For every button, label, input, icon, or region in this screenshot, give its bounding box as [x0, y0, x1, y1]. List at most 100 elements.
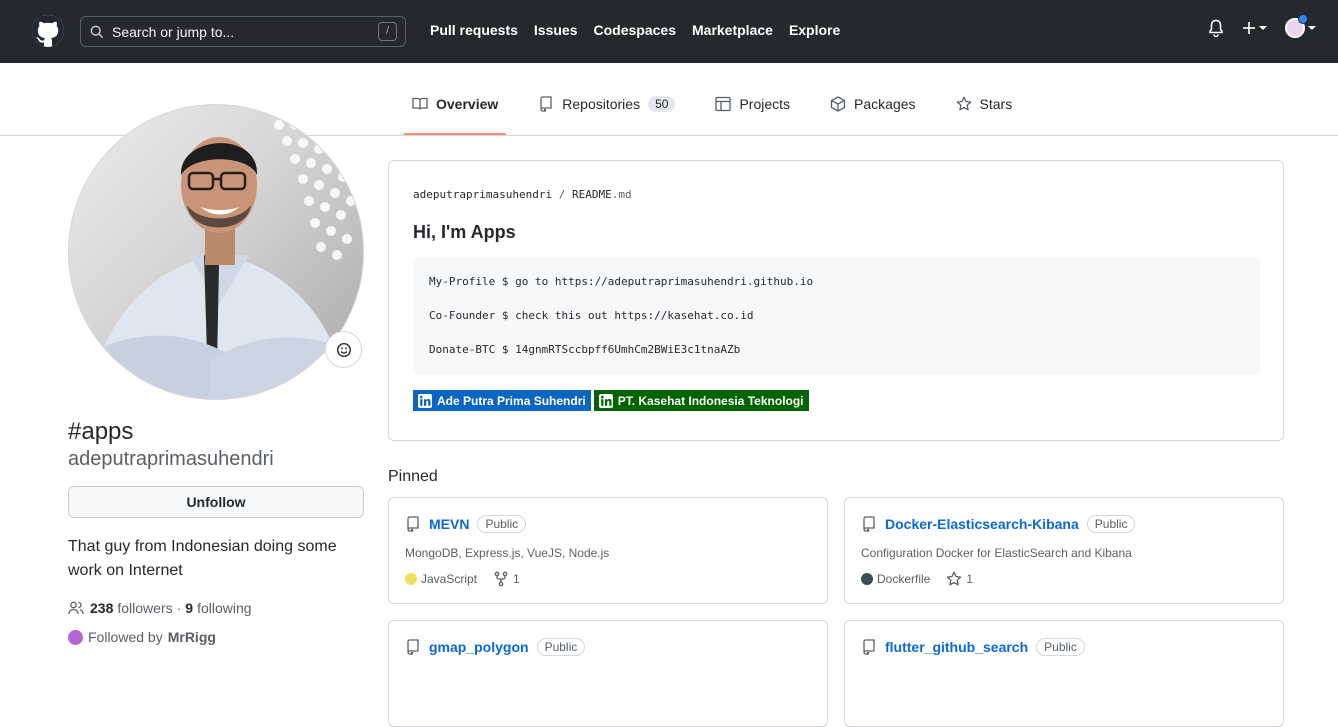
nav-codespaces[interactable]: Codespaces [594, 22, 676, 38]
repo-icon [538, 96, 554, 112]
nav-issues[interactable]: Issues [534, 22, 578, 38]
readme-owner-link[interactable]: adeputraprimasuhendri [413, 188, 552, 201]
search-placeholder: Search or jump to... [112, 23, 235, 40]
profile-tabs: Overview Repositories 50 Projects Packag… [404, 90, 1021, 135]
profile-username: adeputraprimasuhendri [68, 448, 274, 470]
pinned-repo-card: MEVN Public MongoDB, Express.js, VueJS, … [388, 497, 828, 604]
tab-stars[interactable]: Stars [948, 90, 1021, 118]
visibility-badge: Public [1086, 515, 1136, 533]
card-title-row: Docker-Elasticsearch-Kibana Public [861, 515, 1136, 533]
star-icon [946, 571, 962, 587]
stars-count: 1 [966, 572, 974, 586]
repo-icon [861, 516, 877, 532]
unfollow-button[interactable]: Unfollow [68, 486, 364, 518]
code-line: Co-Founder $ check this out https://kase… [429, 309, 754, 322]
pinned-repo-card: flutter_github_search Public [844, 620, 1284, 727]
notification-dot-icon [1298, 14, 1308, 24]
profile-readme: adeputraprimasuhendri / README.md Hi, I'… [388, 160, 1284, 441]
tab-overview[interactable]: Overview [404, 90, 507, 135]
repo-description: Configuration Docker for ElasticSearch a… [861, 546, 1132, 560]
repo-language: JavaScript [405, 572, 477, 586]
repo-stars-link[interactable]: 1 [946, 571, 973, 587]
repo-icon [405, 639, 421, 655]
global-nav: Pull requests Issues Codespaces Marketpl… [430, 22, 840, 38]
repo-description: MongoDB, Express.js, VueJS, Node.js [405, 546, 610, 560]
repo-name-link[interactable]: flutter_github_search [885, 639, 1028, 655]
readme-ext: .md [611, 188, 632, 201]
visibility-badge: Public [536, 638, 586, 656]
followed-by-label: Followed by [88, 629, 163, 645]
followed-by: Followed by MrRigg [68, 629, 216, 645]
nav-marketplace[interactable]: Marketplace [692, 22, 773, 38]
github-logo-icon[interactable] [32, 15, 64, 47]
followers-count[interactable]: 238 [90, 600, 113, 616]
set-status-button[interactable] [325, 331, 362, 368]
profile-avatar[interactable] [68, 104, 364, 400]
book-icon [412, 96, 428, 112]
tab-projects[interactable]: Projects [707, 90, 798, 118]
visibility-badge: Public [1036, 638, 1085, 656]
repo-icon [861, 639, 877, 655]
smiley-icon [336, 342, 352, 358]
readme-path: adeputraprimasuhendri / README.md [413, 188, 632, 201]
repo-language: Dockerfile [861, 572, 930, 586]
nav-pull-requests[interactable]: Pull requests [430, 22, 518, 38]
pinned-repo-card: gmap_polygon Public [388, 620, 828, 727]
separator: · [176, 600, 182, 616]
linkedin-badge-company[interactable]: PT. Kasehat Indonesia Teknologi [593, 390, 809, 411]
forks-count: 1 [513, 572, 520, 586]
readme-code-block: My-Profile $ go to https://adeputraprima… [413, 257, 1260, 375]
linkedin-icon [418, 393, 432, 408]
code-line: Donate-BTC $ 14gnmRTSccbpff6UmhCm2BWiE3c… [429, 343, 741, 356]
search-input[interactable]: Search or jump to... / [80, 16, 406, 47]
visibility-badge: Public [477, 515, 527, 533]
bell-icon[interactable] [1208, 19, 1224, 37]
repo-icon [405, 516, 421, 532]
repo-name-link[interactable]: MEVN [429, 516, 469, 532]
profile-name: #apps [68, 418, 134, 445]
language-name: Dockerfile [877, 572, 931, 586]
tab-repositories[interactable]: Repositories 50 [530, 90, 683, 118]
repo-meta: JavaScript 1 [405, 571, 520, 587]
language-color-dot [861, 573, 873, 585]
linkedin-badge-personal[interactable]: Ade Putra Prima Suhendri [413, 390, 591, 411]
search-shortcut-key: / [378, 22, 397, 41]
tab-label: Repositories [562, 96, 641, 112]
language-name: JavaScript [421, 572, 478, 586]
follower-avatar[interactable] [68, 629, 83, 645]
language-color-dot [405, 573, 417, 585]
tab-packages[interactable]: Packages [822, 90, 923, 118]
card-title-row: gmap_polygon Public [405, 638, 586, 656]
repo-forks-link[interactable]: 1 [493, 571, 520, 587]
tab-label: Projects [739, 96, 791, 112]
user-menu-dropdown[interactable] [1285, 14, 1316, 38]
header-actions [1208, 14, 1316, 38]
nav-explore[interactable]: Explore [789, 22, 840, 38]
tab-label: Stars [979, 96, 1013, 112]
pinned-repo-card: Docker-Elasticsearch-Kibana Public Confi… [844, 497, 1284, 604]
card-title-row: flutter_github_search Public [861, 638, 1085, 656]
table-icon [715, 96, 732, 112]
plus-icon [1242, 21, 1256, 35]
followers-label[interactable]: followers [117, 600, 172, 616]
profile-bio: That guy from Indonesian doing some work… [68, 538, 337, 579]
badge-label: PT. Kasehat Indonesia Teknologi [617, 393, 804, 408]
global-header: Search or jump to... / Pull requests Iss… [0, 0, 1338, 63]
readme-heading: Hi, I'm Apps [413, 222, 516, 242]
tab-label: Overview [436, 96, 499, 112]
create-new-dropdown[interactable] [1242, 21, 1267, 35]
readme-file-link[interactable]: README [572, 188, 612, 201]
following-count[interactable]: 9 [185, 600, 193, 616]
repositories-count-badge: 50 [648, 96, 676, 112]
repo-name-link[interactable]: Docker-Elasticsearch-Kibana [885, 516, 1079, 532]
repo-name-link[interactable]: gmap_polygon [429, 639, 529, 655]
code-line: My-Profile $ go to https://adeputraprima… [429, 275, 814, 288]
followers-following: 238 followers · 9 following [68, 600, 252, 616]
pinned-heading: Pinned [388, 468, 438, 485]
star-icon [956, 96, 972, 112]
following-label[interactable]: following [197, 600, 251, 616]
card-title-row: MEVN Public [405, 515, 527, 533]
search-icon [90, 25, 104, 39]
followed-by-user-link[interactable]: MrRigg [168, 629, 216, 645]
caret-down-icon [1259, 25, 1267, 31]
